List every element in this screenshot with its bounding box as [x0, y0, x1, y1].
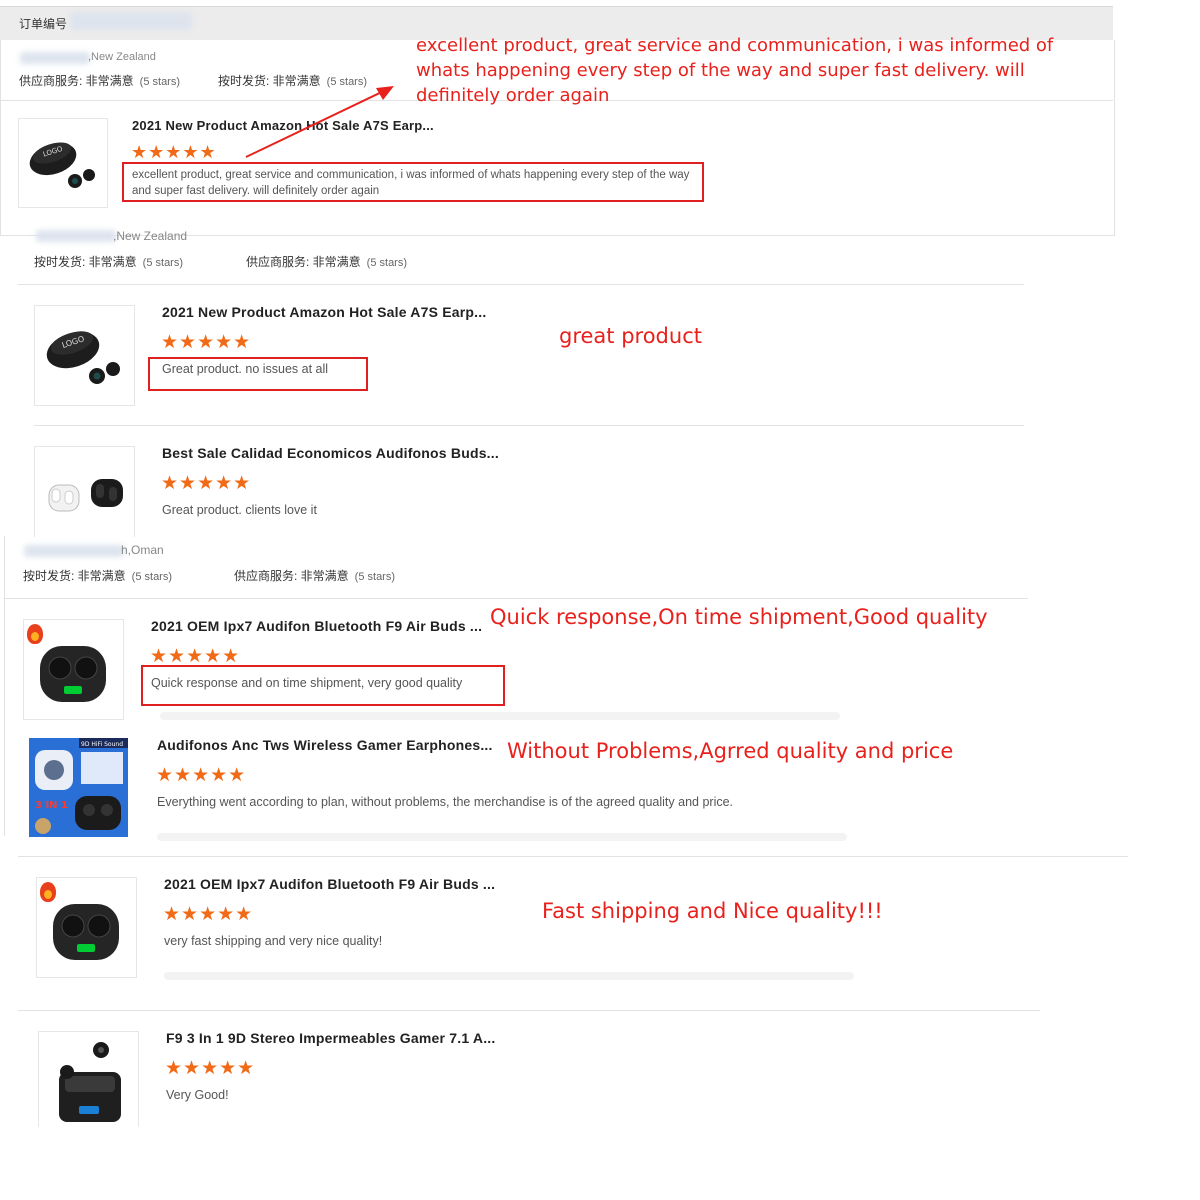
- product-title[interactable]: 2021 New Product Amazon Hot Sale A7S Ear…: [162, 304, 486, 320]
- product-thumbnail[interactable]: LOGO: [18, 118, 108, 208]
- rating-stars: ★★★★★: [163, 904, 254, 925]
- thumb-label: 9D HiFi Sound: [81, 741, 123, 748]
- product-thumbnail[interactable]: [34, 446, 135, 537]
- annotation-arrow: [245, 86, 394, 158]
- redacted-buyer-name: [24, 545, 124, 557]
- divider: [18, 284, 1024, 285]
- hot-badge-icon: [40, 882, 56, 902]
- review-text: Great product. no issues at all: [162, 362, 329, 376]
- order-number-label: 订单编号: [19, 17, 68, 31]
- rating-stars: ★★★★★: [161, 332, 252, 353]
- rating-stars: ★★★★★: [161, 473, 252, 494]
- thumb-label: 3 IN 1: [35, 800, 68, 811]
- rating-stars: ★★★★★: [165, 1058, 256, 1079]
- review-text: excellent product, great service and com…: [132, 169, 690, 197]
- annotation-note: excellent product, great service and com…: [416, 35, 1054, 106]
- supplier-service-stars: (5 stars): [354, 571, 396, 583]
- supplier-service-rating: 供应商服务: 非常满意 (5 stars): [234, 567, 395, 584]
- earbud-box-image: 9D HiFi Sound 3 IN 1: [29, 738, 128, 837]
- product-title[interactable]: 2021 OEM Ipx7 Audifon Bluetooth F9 Air B…: [151, 618, 482, 634]
- buyer-country: h,Oman: [121, 543, 164, 557]
- on-time-shipping-stars: (5 stars): [142, 257, 184, 269]
- divider: [18, 1010, 1040, 1011]
- supplier-service-label: 供应商服务: 非常满意: [234, 569, 349, 583]
- rating-stars: ★★★★★: [156, 765, 247, 786]
- supplier-service-stars: (5 stars): [139, 76, 181, 88]
- product-title[interactable]: Best Sale Calidad Economicos Audifonos B…: [162, 445, 499, 461]
- on-time-shipping-label: 按时发货: 非常满意: [23, 569, 126, 583]
- supplier-service-stars: (5 stars): [366, 257, 408, 269]
- earbud-case-image: [59, 1042, 121, 1122]
- product-thumbnail[interactable]: LOGO: [34, 305, 135, 406]
- buyer-country: ,New Zealand: [113, 229, 188, 243]
- rating-stars: ★★★★★: [131, 142, 217, 162]
- product-title[interactable]: 2021 OEM Ipx7 Audifon Bluetooth F9 Air B…: [164, 876, 495, 892]
- supplier-service-rating: 供应商服务: 非常满意 (5 stars): [246, 253, 407, 270]
- on-time-shipping-stars: (5 stars): [131, 571, 173, 583]
- supplier-service-label: 供应商服务: 非常满意: [246, 255, 361, 269]
- panel-edge: [4, 536, 5, 836]
- hot-badge-icon: [27, 624, 43, 644]
- earbud-case-image: LOGO: [46, 331, 120, 384]
- divider: [18, 856, 1128, 857]
- annotation-note: great product: [559, 324, 702, 348]
- review-text: Very Good!: [166, 1088, 229, 1102]
- on-time-shipping-label: 按时发货: 非常满意: [34, 255, 137, 269]
- review-text: Everything went according to plan, witho…: [157, 795, 734, 809]
- buyer-country: ,New Zealand: [88, 51, 156, 63]
- annotation-note: Quick response,On time shipment,Good qua…: [490, 605, 988, 629]
- supplier-service-label: 供应商服务: 非常满意: [19, 74, 134, 88]
- annotation-note: Without Problems,Agrred quality and pric…: [507, 739, 954, 763]
- on-time-shipping-rating: 按时发货: 非常满意 (5 stars): [34, 253, 183, 270]
- product-title[interactable]: F9 3 In 1 9D Stereo Impermeables Gamer 7…: [166, 1030, 495, 1046]
- redacted-buyer-name: [36, 230, 116, 242]
- divider: [4, 598, 1028, 599]
- product-title[interactable]: Audifonos Anc Tws Wireless Gamer Earphon…: [157, 737, 493, 753]
- review-text: Great product. clients love it: [162, 503, 317, 517]
- divider: [34, 425, 1024, 426]
- faint-bar: [160, 712, 840, 720]
- annotation-note: Fast shipping and Nice quality!!!: [542, 899, 883, 923]
- earbud-case-image: [48, 479, 123, 512]
- review-text: Quick response and on time shipment, ver…: [151, 676, 463, 690]
- faint-bar: [164, 972, 854, 980]
- supplier-service-rating: 供应商服务: 非常满意 (5 stars): [19, 72, 180, 89]
- redacted-order-number: [70, 12, 192, 30]
- redacted-buyer-name: [20, 52, 90, 64]
- product-thumbnail[interactable]: 9D HiFi Sound 3 IN 1: [29, 738, 128, 837]
- rating-stars: ★★★★★: [150, 646, 241, 667]
- on-time-shipping-rating: 按时发货: 非常满意 (5 stars): [23, 567, 172, 584]
- faint-bar: [157, 833, 847, 841]
- earbud-case-image: LOGO: [29, 142, 95, 188]
- product-thumbnail[interactable]: [38, 1031, 139, 1127]
- review-text: very fast shipping and very nice quality…: [164, 934, 383, 948]
